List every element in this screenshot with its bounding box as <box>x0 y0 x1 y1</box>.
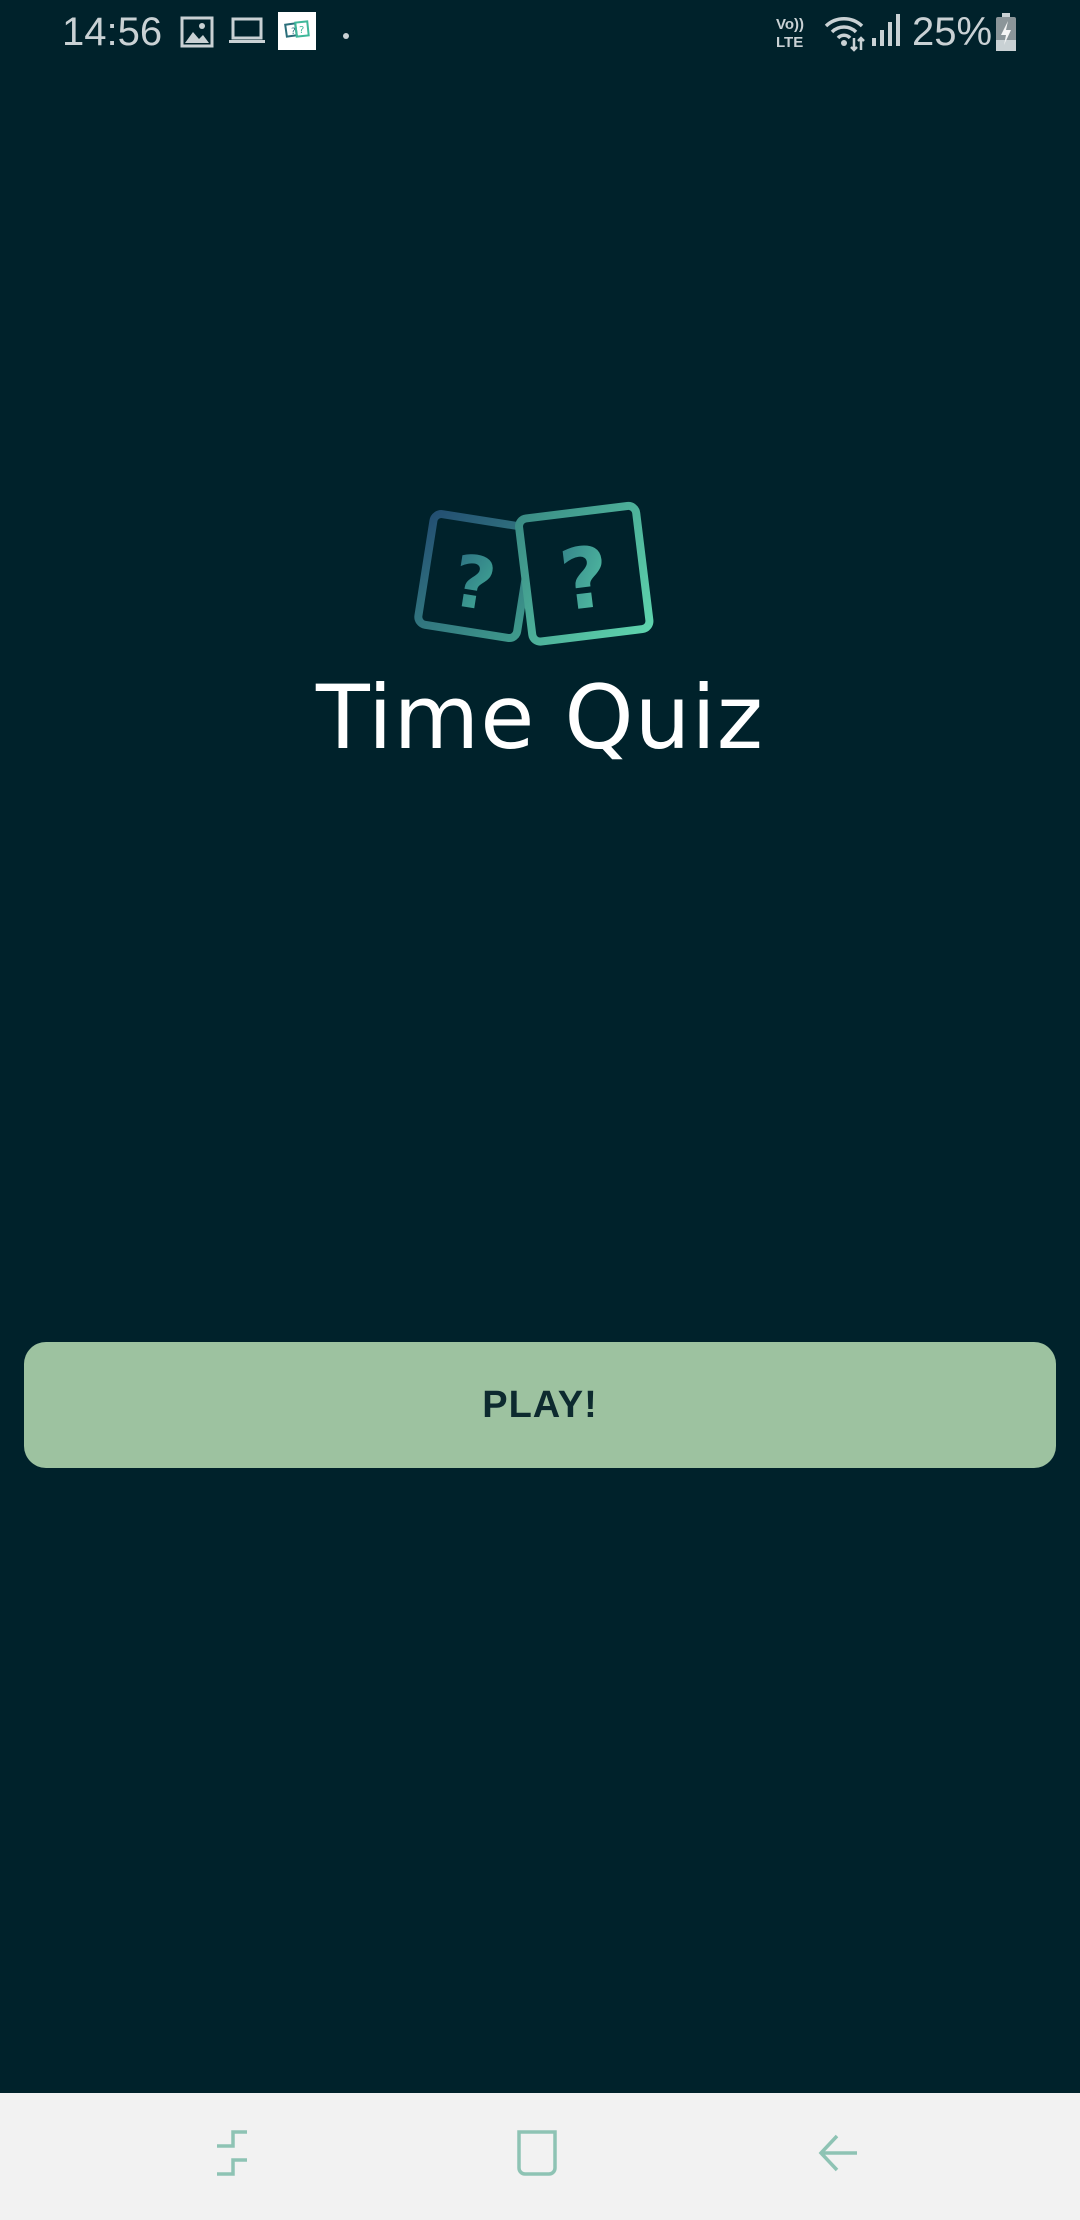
recent-apps-icon <box>207 2126 257 2185</box>
back-button[interactable] <box>798 2115 878 2195</box>
home-icon <box>511 2128 561 2183</box>
laptop-icon <box>228 16 266 51</box>
home-screen: 14:56 ? ? Vo)) LTE 25% ? ? Time Quiz PLA… <box>0 0 1080 2220</box>
svg-text:LTE: LTE <box>776 34 803 51</box>
question-cards-icon: ? ? <box>410 490 670 660</box>
volte-icon: Vo)) LTE <box>774 12 814 52</box>
status-time: 14:56 <box>62 10 163 54</box>
gallery-icon <box>180 16 214 53</box>
app-title: Time Quiz <box>315 666 764 769</box>
play-button-label: PLAY! <box>482 1383 598 1426</box>
battery-percentage: 25% <box>912 10 993 54</box>
signal-icon <box>870 12 902 53</box>
svg-text:Vo)): Vo)) <box>776 16 804 33</box>
play-button[interactable]: PLAY! <box>24 1342 1056 1468</box>
svg-text:?: ? <box>447 538 501 627</box>
navigation-bar <box>0 2093 1080 2220</box>
home-button[interactable] <box>496 2115 576 2195</box>
app-notification-icon: ? ? <box>278 12 316 55</box>
wifi-icon <box>822 12 866 57</box>
recent-apps-button[interactable] <box>192 2115 272 2195</box>
dot-icon <box>342 27 350 45</box>
svg-text:?: ? <box>291 27 296 37</box>
battery-charging-icon <box>994 12 1018 57</box>
status-bar: 14:56 ? ? Vo)) LTE 25% <box>0 0 1080 64</box>
back-icon <box>813 2128 863 2183</box>
svg-text:?: ? <box>299 25 304 36</box>
